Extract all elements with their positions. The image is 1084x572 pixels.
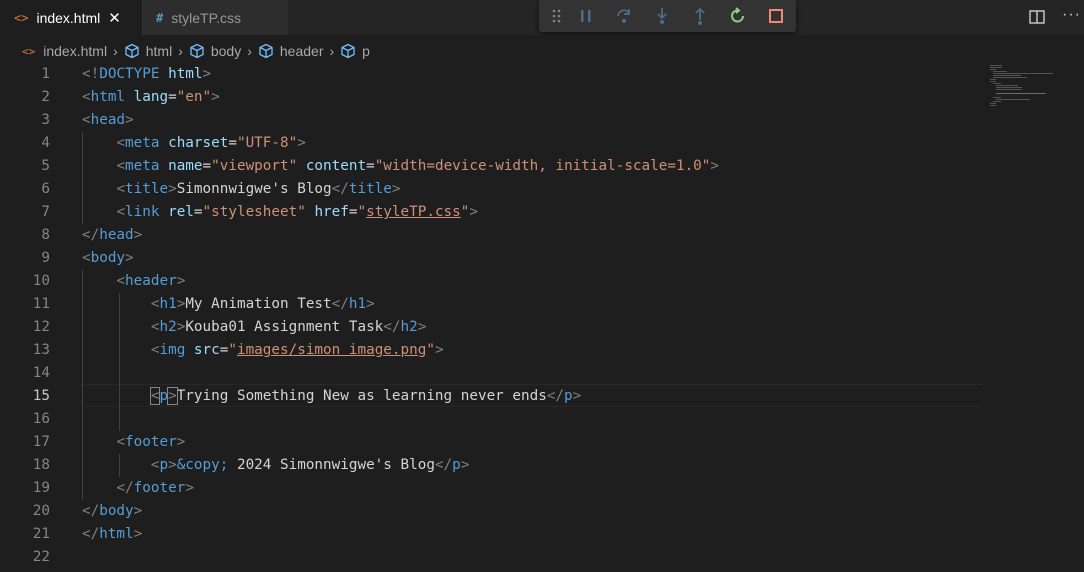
code-line: 8 </head> [41, 227, 143, 243]
code-line: 18 <p>&copy; 2024 Simonnwigwe's Blog</p> [32, 457, 470, 473]
breadcrumb-item-p[interactable]: p [340, 43, 370, 59]
breadcrumb-item-body[interactable]: body [189, 43, 241, 59]
step-out-icon[interactable] [690, 6, 710, 26]
chevron-right-icon: › [329, 43, 335, 59]
restart-icon[interactable] [728, 6, 748, 26]
code-line: 17 <footer> [32, 434, 186, 450]
code-line: 1 <!DOCTYPE html> [41, 66, 212, 82]
code-line: 3 <head> [41, 112, 134, 128]
split-editor-icon[interactable] [1028, 8, 1046, 26]
code-line: 21 </html> [32, 526, 143, 542]
more-actions-icon[interactable]: ··· [1062, 6, 1081, 24]
tab-style-css[interactable]: # styleTP.css [142, 0, 288, 35]
code-line: 4 <meta charset="UTF-8"> [41, 135, 306, 151]
element-cube-icon [125, 43, 139, 59]
debug-toolbar [539, 0, 796, 32]
chevron-right-icon: › [178, 43, 183, 59]
code-line: 19 </footer> [32, 480, 194, 496]
chevron-right-icon: › [113, 43, 118, 59]
stop-icon[interactable] [766, 6, 786, 26]
code-line: 22 [32, 549, 50, 565]
code-line: 11 <h1>My Animation Test</h1> [32, 296, 375, 312]
code-line: 9 <body> [41, 250, 134, 266]
stylesheet-link[interactable]: styleTP.css [366, 204, 461, 220]
code-line: 7 <link rel="stylesheet" href="styleTP.c… [41, 204, 478, 220]
step-into-icon[interactable] [652, 6, 672, 26]
element-cube-icon [259, 43, 273, 59]
breadcrumb-item-header[interactable]: header [258, 43, 323, 59]
code-line: 5 <meta name="viewport" content="width=d… [41, 158, 720, 174]
element-cube-icon [190, 43, 204, 59]
chevron-right-icon: › [247, 43, 252, 59]
minimap[interactable] [988, 63, 1068, 113]
html-file-icon: <> [14, 10, 29, 25]
code-line: 12 <h2>Kouba01 Assignment Task</h2> [32, 319, 427, 335]
code-line: 10 <header> [32, 273, 186, 289]
code-line: 13 <img src="images/simon image.png"> [32, 342, 444, 358]
code-line: 2 <html lang="en"> [41, 89, 220, 105]
code-editor[interactable]: 1 <!DOCTYPE html> 2 <html lang="en"> 3 <hea… [0, 63, 1084, 572]
drag-handle-icon[interactable] [547, 6, 567, 26]
html-file-icon: <> [22, 44, 36, 58]
tab-index-html[interactable]: <> index.html ✕ [0, 0, 142, 35]
code-line-current: 15 <p>Trying Something New as learning n… [32, 387, 582, 405]
code-line: 14 [32, 365, 50, 381]
breadcrumb-item-html[interactable]: html [124, 43, 172, 59]
code-line: 20 </body> [32, 503, 143, 519]
close-icon[interactable]: ✕ [108, 9, 121, 27]
breadcrumb-item-file[interactable]: <> index.html [22, 43, 107, 59]
css-file-icon: # [156, 10, 164, 25]
element-cube-icon [341, 43, 355, 59]
pause-icon[interactable] [576, 6, 596, 26]
tab-label: styleTP.css [171, 9, 241, 26]
step-over-icon[interactable] [614, 6, 634, 26]
code-line: 6 <title>Simonnwigwe's Blog</title> [41, 181, 401, 197]
code-line: 16 [32, 411, 50, 427]
image-src-link[interactable]: images/simon image.png [237, 342, 426, 358]
tab-label: index.html [36, 9, 101, 26]
